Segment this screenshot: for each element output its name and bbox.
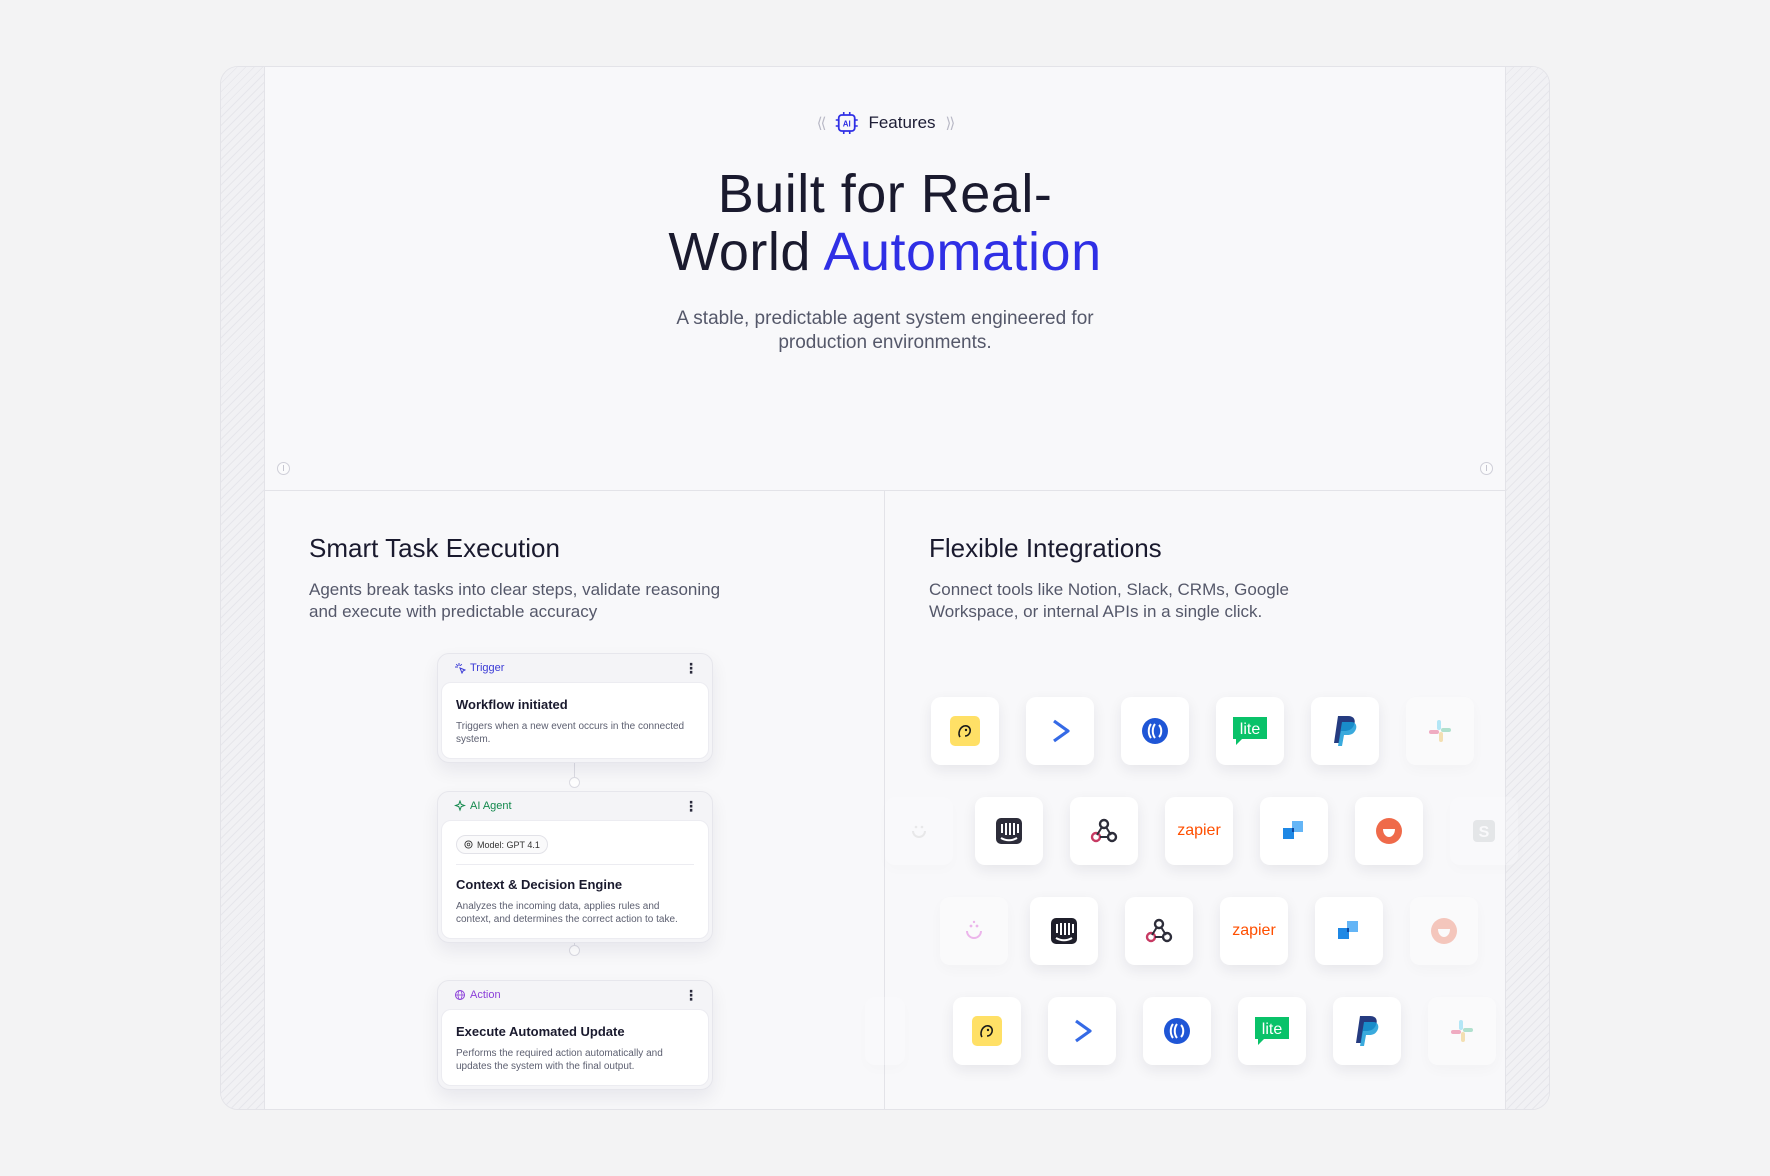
integrations-description: Connect tools like Notion, Slack, CRMs, … <box>929 580 1289 621</box>
trigger-sparkle-icon <box>454 662 466 674</box>
title-line-1: Built for Real- <box>717 164 1053 224</box>
smart-task-description: Agents break tasks into clear steps, val… <box>309 580 721 621</box>
trigger-card-description: Triggers when a new event occurs in the … <box>456 721 685 745</box>
action-card-description: Performs the required action automatical… <box>456 1048 663 1072</box>
integration-logos-grid: lite zapier S zapier lite <box>865 697 1518 1101</box>
mailerlite-icon[interactable]: lite <box>1216 697 1284 765</box>
page-subtitle: A stable, predictable agent system engin… <box>676 308 1094 353</box>
paypal-icon[interactable] <box>1311 697 1379 765</box>
features-badge: ⟨⟨ AI Features ⟩⟩ <box>816 111 956 135</box>
ai-agent-card[interactable]: AI Agent ⋮ Model: GPT 4.1 Context & Deci… <box>437 791 713 943</box>
squares-icon[interactable] <box>1315 897 1383 965</box>
partial-tile <box>865 997 905 1065</box>
zapier-icon[interactable]: zapier <box>1220 897 1288 965</box>
paypal-icon[interactable] <box>1333 997 1401 1065</box>
ai-chip-icon: AI <box>834 111 858 135</box>
slack-icon[interactable] <box>1428 997 1496 1065</box>
action-card[interactable]: Action ⋮ Execute Automated Update Perfor… <box>437 980 713 1090</box>
ai-agent-tag: AI Agent <box>470 800 512 812</box>
mailchimp-icon[interactable] <box>931 697 999 765</box>
trigger-tag: Trigger <box>470 662 505 674</box>
more-options-icon[interactable]: ⋮ <box>684 660 698 677</box>
features-section: ⟨⟨ AI Features ⟩⟩ Built for Real- World … <box>220 66 1550 1110</box>
hero-header: ⟨⟨ AI Features ⟩⟩ Built for Real- World … <box>265 67 1505 491</box>
webhook-icon[interactable] <box>1125 897 1193 965</box>
smile-orange-icon[interactable] <box>1355 797 1423 865</box>
page-title: Built for Real- World Automation <box>265 165 1505 281</box>
squares-icon[interactable] <box>1260 797 1328 865</box>
title-line-2-plain: World <box>668 222 811 282</box>
slack-icon[interactable] <box>1406 697 1474 765</box>
intercom-icon[interactable] <box>975 797 1043 865</box>
zapier-text: zapier <box>1232 922 1276 939</box>
airtable-icon[interactable] <box>1121 697 1189 765</box>
activecampaign-icon[interactable] <box>1048 997 1116 1065</box>
airtable-icon[interactable] <box>1143 997 1211 1065</box>
s-icon[interactable]: S <box>1450 797 1518 865</box>
more-options-icon[interactable]: ⋮ <box>684 798 698 815</box>
connector-knob <box>569 777 580 788</box>
mailerlite-text: lite <box>1262 1021 1283 1038</box>
left-hatched-rail <box>221 67 265 1109</box>
mailerlite-icon[interactable]: lite <box>1238 997 1306 1065</box>
trigger-card-title: Workflow initiated <box>456 697 568 712</box>
right-chevrons-icon: ⟩⟩ <box>945 115 956 132</box>
openai-icon <box>464 840 473 849</box>
mailerlite-text: lite <box>1240 721 1261 738</box>
trigger-card[interactable]: Trigger ⋮ Workflow initiated Triggers wh… <box>437 653 713 763</box>
mailchimp-icon[interactable] <box>953 997 1021 1065</box>
model-chip-label: Model: GPT 4.1 <box>477 839 540 850</box>
smile-icon[interactable] <box>940 897 1008 965</box>
rivet-icon <box>277 462 290 475</box>
connector-knob <box>569 945 580 956</box>
action-tag: Action <box>470 989 501 1001</box>
svg-text:S: S <box>1479 824 1490 841</box>
activecampaign-icon[interactable] <box>1026 697 1094 765</box>
right-hatched-rail <box>1505 67 1549 1109</box>
smart-task-panel: Smart Task Execution Agents break tasks … <box>265 491 885 1109</box>
ai-agent-sparkle-icon <box>454 800 466 812</box>
left-chevrons-icon: ⟨⟨ <box>816 115 827 132</box>
svg-text:AI: AI <box>842 120 850 129</box>
action-globe-icon <box>454 989 466 1001</box>
smile-orange-icon[interactable] <box>1410 897 1478 965</box>
title-line-2-accent: Automation <box>823 222 1102 282</box>
integrations-panel: Flexible Integrations Connect tools like… <box>865 491 1518 1109</box>
smile-icon[interactable] <box>885 797 953 865</box>
ai-agent-card-description: Analyzes the incoming data, applies rule… <box>456 901 678 925</box>
intercom-icon[interactable] <box>1030 897 1098 965</box>
model-chip[interactable]: Model: GPT 4.1 <box>456 835 548 854</box>
zapier-text: zapier <box>1177 822 1221 839</box>
integrations-title: Flexible Integrations <box>929 533 1162 563</box>
webhook-icon[interactable] <box>1070 797 1138 865</box>
zapier-icon[interactable]: zapier <box>1165 797 1233 865</box>
rivet-icon <box>1480 462 1493 475</box>
ai-agent-card-title: Context & Decision Engine <box>456 877 623 892</box>
smart-task-title: Smart Task Execution <box>309 533 560 563</box>
features-badge-label: Features <box>868 113 936 132</box>
more-options-icon[interactable]: ⋮ <box>684 987 698 1004</box>
action-card-title: Execute Automated Update <box>456 1024 625 1039</box>
